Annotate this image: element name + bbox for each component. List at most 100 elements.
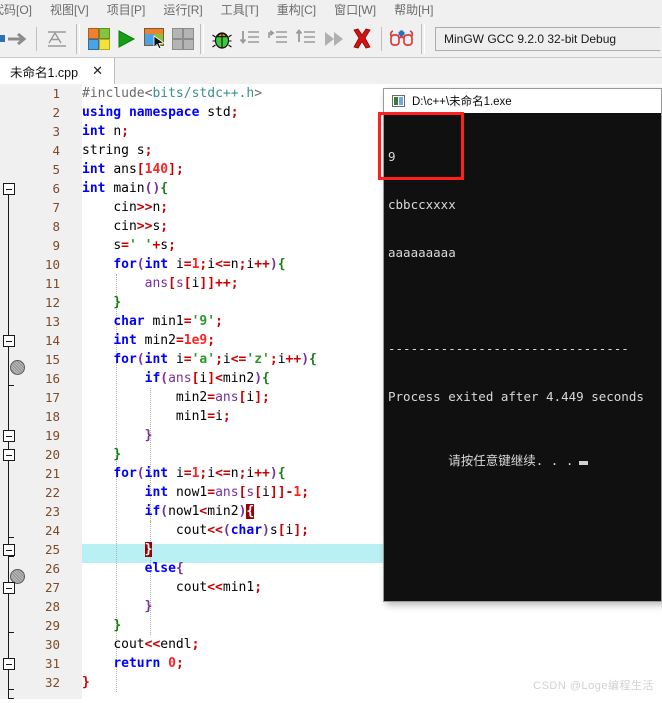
menu-view[interactable]: 视图[V] bbox=[41, 0, 98, 20]
code-line-25[interactable]: } bbox=[82, 540, 153, 559]
run-icon[interactable] bbox=[112, 24, 140, 54]
fold-tick-line-12 bbox=[8, 385, 14, 386]
watermark: CSDN @Loge编程生活 bbox=[533, 680, 654, 692]
fold-toggle-line-15[interactable] bbox=[3, 430, 15, 442]
code-line-5[interactable]: int ans[140]; bbox=[82, 160, 184, 179]
code-line-22[interactable]: int now1=ans[s[i]]-1; bbox=[82, 483, 309, 502]
code-line-16[interactable]: if(ans[i]<min2){ bbox=[82, 369, 270, 388]
code-line-3[interactable]: int n; bbox=[82, 122, 129, 141]
line-number-5: 5 bbox=[52, 162, 60, 177]
code-line-30[interactable]: cout<<endl; bbox=[82, 635, 199, 654]
fold-tick-line-20 bbox=[8, 556, 14, 557]
line-number-21: 21 bbox=[44, 466, 60, 481]
build-icon[interactable] bbox=[84, 24, 112, 54]
code-line-14[interactable]: int min2=1e9; bbox=[82, 331, 215, 350]
fold-bracket-main bbox=[8, 195, 9, 698]
fold-gutter[interactable] bbox=[64, 84, 83, 703]
menu-code[interactable]: 代码[O] bbox=[0, 0, 41, 20]
code-line-26[interactable]: else{ bbox=[82, 559, 184, 578]
menu-run[interactable]: 运行[R] bbox=[154, 0, 211, 20]
code-line-24[interactable]: cout<<(char)s[i]; bbox=[82, 521, 309, 540]
build-and-run-icon[interactable] bbox=[140, 24, 168, 54]
code-line-10[interactable]: for(int i=1;i<=n;i++){ bbox=[82, 255, 285, 274]
code-line-23[interactable]: if(now1<min2){ bbox=[82, 502, 255, 521]
fold-tick-line-28 bbox=[8, 689, 14, 690]
fold-toggle-line-26[interactable] bbox=[3, 658, 15, 670]
format-code-icon[interactable] bbox=[42, 24, 72, 54]
code-line-2[interactable]: using namespace std; bbox=[82, 103, 239, 122]
code-line-19[interactable]: } bbox=[82, 426, 153, 445]
step-over-icon[interactable] bbox=[264, 24, 292, 54]
rebuild-icon[interactable] bbox=[168, 24, 196, 54]
console-line-4 bbox=[388, 293, 661, 309]
code-line-32[interactable]: } bbox=[82, 673, 90, 692]
breakpoint-gutter[interactable] bbox=[0, 84, 34, 703]
code-line-18[interactable]: min1=i; bbox=[82, 407, 231, 426]
menu-help[interactable]: 帮助[H] bbox=[385, 0, 442, 20]
line-number-15: 15 bbox=[44, 352, 60, 367]
forward-arrow-icon[interactable] bbox=[5, 24, 31, 54]
line-number-29: 29 bbox=[44, 618, 60, 633]
line-number-3: 3 bbox=[52, 124, 60, 139]
code-line-1[interactable]: #include<bits/stdc++.h> bbox=[82, 84, 262, 103]
continue-icon[interactable] bbox=[320, 24, 348, 54]
fold-toggle-line-10[interactable] bbox=[3, 335, 15, 347]
code-line-20[interactable]: } bbox=[82, 445, 121, 464]
code-line-7[interactable]: cin>>n; bbox=[82, 198, 168, 217]
tab-untitled1-cpp[interactable]: 未命名1.cpp ✕ bbox=[0, 58, 115, 84]
step-out-icon[interactable] bbox=[292, 24, 320, 54]
fold-toggle-line-21[interactable] bbox=[3, 544, 15, 556]
code-line-17[interactable]: min2=ans[i]; bbox=[82, 388, 270, 407]
console-line-2: cbbccxxxx bbox=[388, 197, 456, 212]
fold-toggle-line-23[interactable] bbox=[3, 582, 15, 594]
line-number-6: 6 bbox=[52, 181, 60, 196]
code-line-9[interactable]: s=' '+s; bbox=[82, 236, 176, 255]
toolbar-separator-1 bbox=[36, 26, 37, 51]
code-line-27[interactable]: cout<<min1; bbox=[82, 578, 262, 597]
glasses-icon[interactable] bbox=[387, 24, 417, 54]
step-into-icon[interactable] bbox=[236, 24, 264, 54]
bottom-strip bbox=[0, 699, 662, 703]
line-number-23: 23 bbox=[44, 504, 60, 519]
toolbar: MinGW GCC 9.2.0 32-bit Debug bbox=[0, 20, 662, 58]
code-line-15[interactable]: for(int i='a';i<='z';i++){ bbox=[82, 350, 317, 369]
code-line-6[interactable]: int main(){ bbox=[82, 179, 168, 198]
line-number-27: 27 bbox=[44, 580, 60, 595]
menu-project[interactable]: 项目[P] bbox=[98, 0, 155, 20]
console-exit-line: Process exited after 4.449 seconds bbox=[388, 389, 644, 404]
menu-tools[interactable]: 工具[T] bbox=[212, 0, 268, 20]
toolbar-separator-2 bbox=[76, 23, 80, 54]
line-number-14: 14 bbox=[44, 333, 60, 348]
code-line-29[interactable]: } bbox=[82, 616, 121, 635]
close-icon[interactable]: ✕ bbox=[92, 65, 103, 78]
line-number-25: 25 bbox=[44, 542, 60, 557]
fold-toggle-line-6[interactable] bbox=[3, 183, 15, 195]
tab-label: 未命名1.cpp bbox=[10, 65, 79, 80]
console-title-bar[interactable]: D:\c++\未命名1.exe bbox=[384, 89, 661, 113]
program-console-window[interactable]: D:\c++\未命名1.exe 9 cbbccxxxx aaaaaaaaa --… bbox=[383, 88, 662, 602]
line-number-4: 4 bbox=[52, 143, 60, 158]
code-line-28[interactable]: } bbox=[82, 597, 153, 616]
breakpoint-marker-line-11[interactable] bbox=[10, 360, 25, 375]
compiler-select[interactable]: MinGW GCC 9.2.0 32-bit Debug bbox=[435, 26, 660, 51]
menu-refactor[interactable]: 重构[C] bbox=[268, 0, 325, 20]
editor-tab-bar: 未命名1.cpp ✕ bbox=[0, 58, 662, 85]
code-line-31[interactable]: return 0; bbox=[82, 654, 183, 673]
toolbar-separator-4 bbox=[381, 26, 382, 51]
fold-toggle-line-16[interactable] bbox=[3, 449, 15, 461]
code-line-8[interactable]: cin>>s; bbox=[82, 217, 168, 236]
menu-window[interactable]: 窗口[W] bbox=[325, 0, 385, 20]
code-line-13[interactable]: char min1='9'; bbox=[82, 312, 223, 331]
line-number-28: 28 bbox=[44, 599, 60, 614]
code-line-11[interactable]: ans[s[i]]++; bbox=[82, 274, 239, 293]
code-line-4[interactable]: string s; bbox=[82, 141, 152, 160]
code-line-12[interactable]: } bbox=[82, 293, 121, 312]
line-number-26: 26 bbox=[44, 561, 60, 576]
code-line-21[interactable]: for(int i=1;i<=n;i++){ bbox=[82, 464, 285, 483]
console-output: 9 cbbccxxxx aaaaaaaaa ------------------… bbox=[384, 113, 661, 517]
line-number-17: 17 bbox=[44, 390, 60, 405]
stop-execution-icon[interactable] bbox=[348, 24, 376, 54]
debug-icon[interactable] bbox=[208, 24, 236, 54]
console-line-1: 9 bbox=[388, 149, 396, 164]
toolbar-separator-3 bbox=[200, 23, 204, 54]
